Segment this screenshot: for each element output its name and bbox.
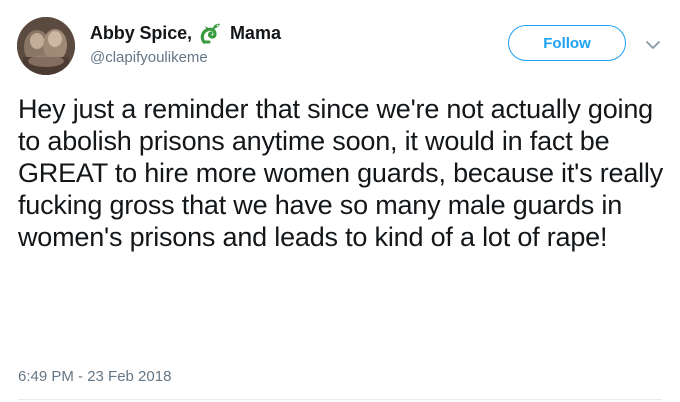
avatar[interactable] — [17, 17, 75, 75]
divider — [18, 399, 662, 400]
author-display-name[interactable]: Abby Spice, — [90, 23, 192, 44]
tweet-timestamp[interactable]: 6:49 PM - 23 Feb 2018 — [18, 368, 171, 385]
author-handle[interactable]: @clapifyoulikeme — [90, 49, 208, 66]
tweet-text: Hey just a reminder that since we're not… — [18, 94, 664, 252]
follow-button[interactable]: Follow — [508, 25, 626, 61]
chevron-down-icon[interactable] — [645, 38, 661, 50]
author-name-suffix[interactable]: Mama — [230, 23, 281, 44]
dragon-emoji-icon — [198, 20, 224, 46]
tweet-card: Abby Spice, Mama @clapifyoulikeme Follow… — [0, 0, 680, 402]
author-name-row[interactable]: Abby Spice, Mama — [90, 20, 281, 46]
